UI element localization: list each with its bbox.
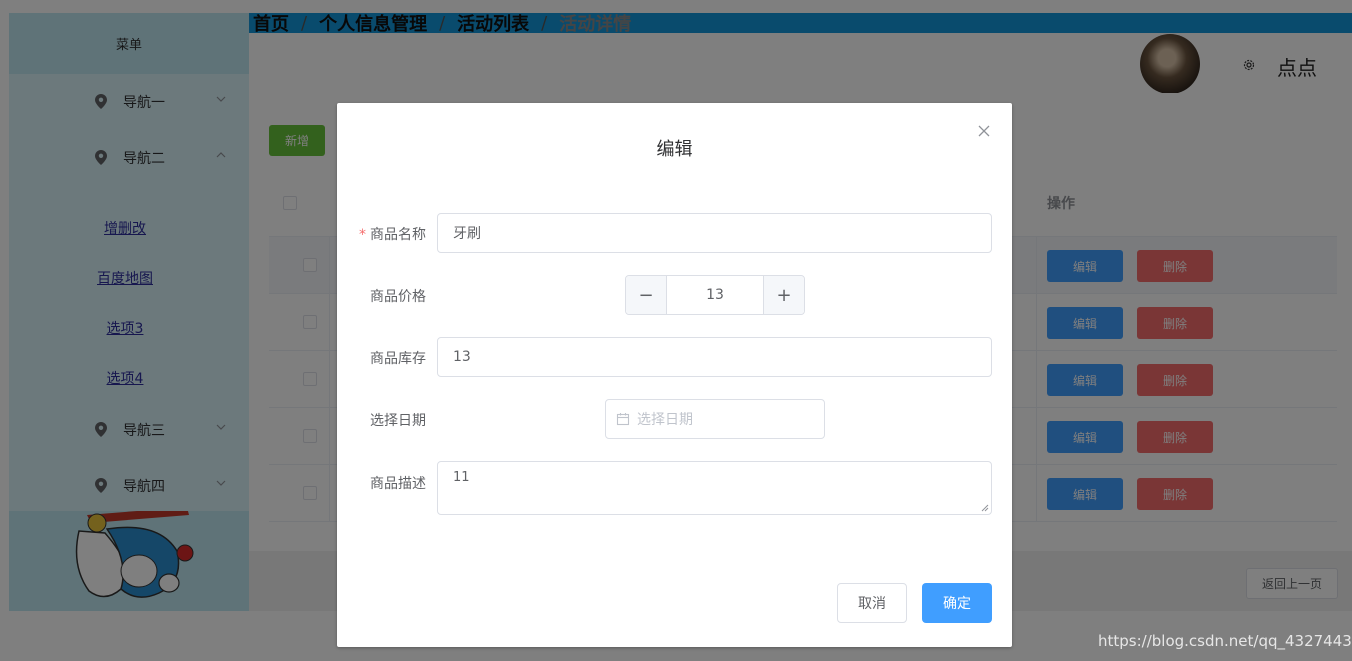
required-mark: * [359, 227, 366, 243]
confirm-button[interactable]: 确定 [922, 583, 992, 623]
dialog-title: 编辑 [656, 139, 693, 160]
cancel-button[interactable]: 取消 [837, 583, 907, 623]
name-label: * 商品名称 [337, 224, 426, 244]
calendar-icon [616, 413, 630, 426]
desc-label: 商品描述 [370, 476, 426, 492]
date-label: 选择日期 [370, 413, 426, 429]
resize-handle-icon[interactable] [981, 504, 989, 512]
watermark-text: https://blog.csdn.net/qq_43274430 [1098, 632, 1352, 650]
price-increment-button[interactable]: + [763, 276, 804, 314]
date-placeholder: 选择日期 [637, 412, 693, 428]
price-input[interactable]: 13 [667, 276, 763, 314]
desc-textarea[interactable]: 11 [437, 461, 992, 515]
stock-input[interactable]: 13 [437, 337, 992, 377]
name-input[interactable]: 牙刷 [437, 213, 992, 253]
desc-value: 11 [453, 470, 470, 485]
price-decrement-button[interactable]: − [626, 276, 667, 314]
close-icon[interactable] [977, 124, 991, 138]
price-stepper: − 13 + [625, 275, 805, 315]
name-label-text: 商品名称 [370, 227, 426, 243]
price-label: 商品价格 [370, 289, 426, 305]
date-picker[interactable]: 选择日期 [605, 399, 825, 439]
edit-dialog: 编辑 * 商品名称 牙刷 商品价格 − 13 + 商品库存 13 选择日期 选择日… [337, 103, 1012, 647]
stock-label: 商品库存 [370, 351, 426, 367]
